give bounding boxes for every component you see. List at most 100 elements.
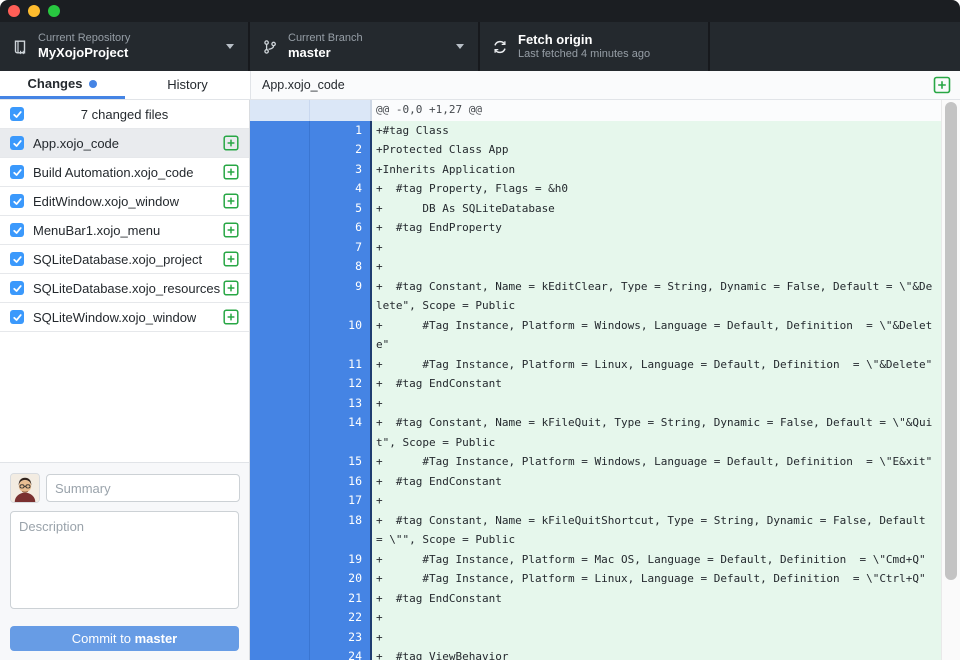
diff-gutter-old[interactable] — [250, 413, 310, 452]
select-all-checkbox[interactable] — [10, 107, 24, 121]
diff-line: 8 + — [250, 257, 941, 277]
sidebar-spacer — [0, 332, 249, 462]
diff-gutter-old[interactable] — [250, 550, 310, 570]
diff-gutter-old[interactable] — [250, 511, 310, 550]
diff-gutter-line-number[interactable]: 12 — [310, 374, 372, 394]
diff-line: 4 + #tag Property, Flags = &h0 — [250, 179, 941, 199]
close-button[interactable] — [8, 5, 20, 17]
diff-gutter-line-number[interactable]: 24 — [310, 647, 372, 660]
repository-switcher[interactable]: Current Repository MyXojoProject — [0, 22, 250, 71]
diff-line: 10 + #Tag Instance, Platform = Windows, … — [250, 316, 941, 355]
diff-line: 6 + #tag EndProperty — [250, 218, 941, 238]
diff-gutter-line-number[interactable]: 17 — [310, 491, 372, 511]
diff-line-text: + #Tag Instance, Platform = Windows, Lan… — [372, 316, 941, 355]
fetch-origin-button[interactable]: Fetch origin Last fetched 4 minutes ago — [480, 22, 710, 71]
tab-history[interactable]: History — [125, 71, 250, 99]
diff-gutter-line-number[interactable]: 14 — [310, 413, 372, 452]
diff-gutter-old[interactable] — [250, 491, 310, 511]
file-row[interactable]: App.xojo_code — [0, 129, 249, 158]
diff-line-text: + — [372, 608, 941, 628]
diff-gutter-line-number[interactable]: 13 — [310, 394, 372, 414]
diff-line: 16 + #tag EndConstant — [250, 472, 941, 492]
scrollbar-thumb[interactable] — [945, 102, 957, 580]
file-row[interactable]: SQLiteWindow.xojo_window — [0, 303, 249, 332]
diff-gutter-old[interactable] — [250, 472, 310, 492]
zoom-button[interactable] — [48, 5, 60, 17]
description-input[interactable] — [10, 511, 239, 609]
minimize-button[interactable] — [28, 5, 40, 17]
file-checkbox[interactable] — [10, 252, 24, 266]
commit-button[interactable]: Commit to master — [10, 626, 239, 651]
file-row[interactable]: SQLiteDatabase.xojo_resources — [0, 274, 249, 303]
diff-gutter-old[interactable] — [250, 179, 310, 199]
diff-line-text: + #Tag Instance, Platform = Linux, Langu… — [372, 355, 941, 375]
diff-line-text: + — [372, 394, 941, 414]
file-checkbox[interactable] — [10, 223, 24, 237]
diff-gutter-line-number[interactable]: 22 — [310, 608, 372, 628]
diff-line-text: + #Tag Instance, Platform = Mac OS, Lang… — [372, 550, 941, 570]
diff-gutter-old[interactable] — [250, 452, 310, 472]
diff-line-text: + #tag EndConstant — [372, 472, 941, 492]
file-checkbox[interactable] — [10, 165, 24, 179]
diff-gutter-line-number[interactable]: 19 — [310, 550, 372, 570]
diff-gutter-old[interactable] — [250, 121, 310, 141]
branch-switcher[interactable]: Current Branch master — [250, 22, 480, 71]
diff-gutter-old[interactable] — [250, 355, 310, 375]
diff-gutter-old[interactable] — [250, 647, 310, 660]
chevron-down-icon — [456, 44, 464, 49]
tab-changes[interactable]: Changes — [0, 71, 125, 99]
diff-gutter-line-number[interactable]: 18 — [310, 511, 372, 550]
file-row[interactable]: MenuBar1.xojo_menu — [0, 216, 249, 245]
diff-gutter-line-number[interactable]: 20 — [310, 569, 372, 589]
diff-gutter-old[interactable] — [250, 589, 310, 609]
diff-gutter-line-number[interactable]: 21 — [310, 589, 372, 609]
diff-gutter-old[interactable] — [250, 218, 310, 238]
toolbar: Current Repository MyXojoProject Current… — [0, 22, 960, 71]
diff-gutter-line-number[interactable]: 23 — [310, 628, 372, 648]
diff-gutter-old[interactable] — [250, 277, 310, 316]
hunk-header-row[interactable]: @@ -0,0 +1,27 @@ — [250, 100, 941, 121]
diff-gutter-line-number[interactable]: 2 — [310, 140, 372, 160]
diff-gutter-old[interactable] — [250, 628, 310, 648]
diff-gutter-line-number[interactable]: 5 — [310, 199, 372, 219]
diff-line: 9 + #tag Constant, Name = kEditClear, Ty… — [250, 277, 941, 316]
changes-indicator-dot — [89, 80, 97, 88]
diff-gutter-line-number[interactable]: 16 — [310, 472, 372, 492]
diff-line: 11 + #Tag Instance, Platform = Linux, La… — [250, 355, 941, 375]
file-checkbox[interactable] — [10, 281, 24, 295]
diff-gutter-old[interactable] — [250, 257, 310, 277]
diff-gutter-old[interactable] — [250, 316, 310, 355]
diff-gutter-line-number[interactable]: 3 — [310, 160, 372, 180]
file-checkbox[interactable] — [10, 194, 24, 208]
diff-gutter-old[interactable] — [250, 569, 310, 589]
summary-input[interactable] — [46, 474, 240, 502]
diff-gutter-line-number[interactable]: 15 — [310, 452, 372, 472]
file-row[interactable]: Build Automation.xojo_code — [0, 158, 249, 187]
diff-gutter-line-number[interactable]: 11 — [310, 355, 372, 375]
diff-gutter-line-number[interactable]: 8 — [310, 257, 372, 277]
diff-gutter-line-number[interactable]: 10 — [310, 316, 372, 355]
file-checkbox[interactable] — [10, 310, 24, 324]
diff-gutter-old[interactable] — [250, 374, 310, 394]
file-row[interactable]: SQLiteDatabase.xojo_project — [0, 245, 249, 274]
diff-gutter-line-number[interactable]: 7 — [310, 238, 372, 258]
diff-gutter-old[interactable] — [250, 160, 310, 180]
diff-gutter-line-number[interactable]: 9 — [310, 277, 372, 316]
diff-gutter-old[interactable] — [250, 140, 310, 160]
diff-line-text: +#tag Class — [372, 121, 941, 141]
diff-line-text: + #tag Property, Flags = &h0 — [372, 179, 941, 199]
diff-gutter-old[interactable] — [250, 608, 310, 628]
diff-line-text: + #Tag Instance, Platform = Linux, Langu… — [372, 569, 941, 589]
diff-gutter-line-number[interactable]: 1 — [310, 121, 372, 141]
changed-files-count: 7 changed files — [81, 107, 168, 122]
diff-gutter-old[interactable] — [250, 199, 310, 219]
diff-line: 15 + #Tag Instance, Platform = Windows, … — [250, 452, 941, 472]
diff-gutter-line-number[interactable]: 4 — [310, 179, 372, 199]
file-checkbox[interactable] — [10, 136, 24, 150]
titlebar — [0, 0, 960, 22]
diff-gutter-old[interactable] — [250, 238, 310, 258]
diff-gutter-old[interactable] — [250, 394, 310, 414]
hunk-gutter-old — [250, 100, 310, 121]
diff-gutter-line-number[interactable]: 6 — [310, 218, 372, 238]
file-row[interactable]: EditWindow.xojo_window — [0, 187, 249, 216]
